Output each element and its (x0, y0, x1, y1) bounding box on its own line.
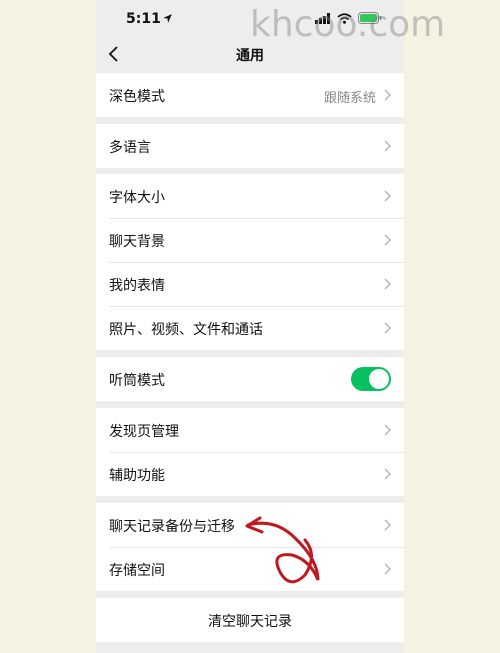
row-media-files-calls[interactable]: 照片、视频、文件和通话 (96, 306, 404, 350)
chevron-right-icon (384, 322, 391, 334)
status-time: 5:11 (126, 11, 161, 27)
row-language[interactable]: 多语言 (96, 124, 404, 168)
chevron-right-icon (384, 190, 391, 202)
group-chat-appearance: 字体大小 聊天背景 我的表情 照片、视频、文件和通话 (96, 174, 404, 350)
chevron-right-icon (384, 424, 391, 436)
group-storage: 聊天记录备份与迁移 存储空间 (96, 503, 404, 591)
row-label: 我的表情 (109, 278, 165, 294)
row-value: 跟随系统 (323, 91, 376, 106)
group-discover: 发现页管理 辅助功能 (96, 408, 404, 496)
row-label: 聊天记录备份与迁移 (109, 519, 235, 535)
row-label: 字体大小 (109, 190, 165, 206)
clear-chat-history-label: 清空聊天记录 (208, 614, 292, 630)
chevron-right-icon (384, 563, 391, 575)
phone-screen: 5:11 通用 深色模式 跟随系统 多语言 字体大小 聊天背景 我的表情 照片、… (96, 0, 404, 653)
chevron-right-icon (384, 519, 391, 531)
row-label: 深色模式 (109, 89, 165, 105)
row-font-size[interactable]: 字体大小 (96, 174, 404, 218)
group-language: 多语言 (96, 124, 404, 168)
row-earpiece-mode: 听筒模式 (96, 357, 404, 401)
row-dark-mode[interactable]: 深色模式 跟随系统 (96, 73, 404, 117)
chevron-right-icon (384, 140, 391, 152)
chevron-right-icon (384, 234, 391, 246)
chevron-right-icon (384, 278, 391, 290)
page-title: 通用 (236, 48, 264, 64)
row-accessibility[interactable]: 辅助功能 (96, 452, 404, 496)
chevron-right-icon (384, 468, 391, 480)
row-label: 聊天背景 (109, 234, 165, 250)
row-my-stickers[interactable]: 我的表情 (96, 262, 404, 306)
group-dark-mode: 深色模式 跟随系统 (96, 73, 404, 117)
chevron-right-icon (384, 89, 391, 101)
watermark: khcoo.com (250, 4, 446, 45)
row-discover-management[interactable]: 发现页管理 (96, 408, 404, 452)
toggle-knob (369, 369, 389, 389)
group-earpiece: 听筒模式 (96, 357, 404, 401)
row-label: 辅助功能 (109, 468, 165, 484)
row-label: 听筒模式 (109, 373, 165, 389)
row-label: 多语言 (109, 140, 151, 156)
clear-chat-history-button[interactable]: 清空聊天记录 (96, 598, 404, 642)
row-chat-background[interactable]: 聊天背景 (96, 218, 404, 262)
row-label: 发现页管理 (109, 424, 179, 440)
earpiece-toggle[interactable] (351, 367, 391, 391)
row-label: 存储空间 (109, 563, 165, 579)
row-label: 照片、视频、文件和通话 (109, 322, 263, 338)
location-arrow-icon (163, 14, 172, 23)
row-chat-backup-migration[interactable]: 聊天记录备份与迁移 (96, 503, 404, 547)
row-storage-space[interactable]: 存储空间 (96, 547, 404, 591)
